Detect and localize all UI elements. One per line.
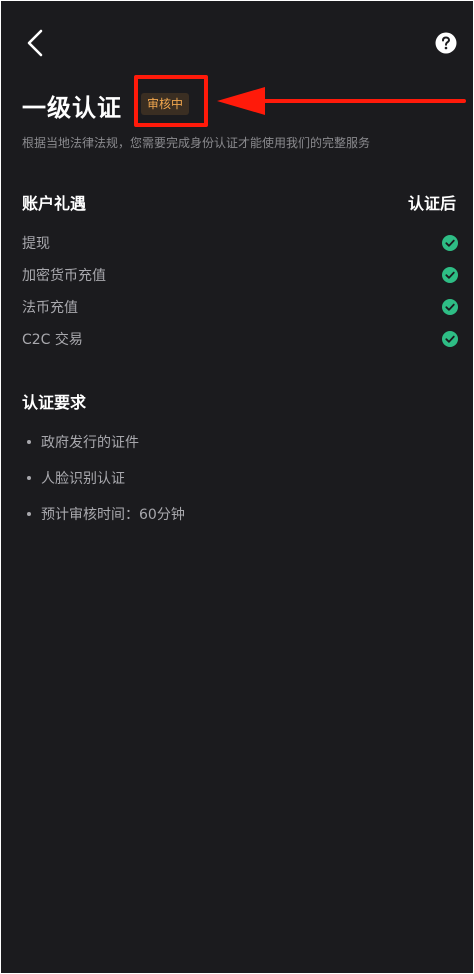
benefit-label: 加密货币充值 [22, 268, 106, 284]
after-verification-label: 认证后 [407, 194, 456, 213]
back-button[interactable] [21, 27, 51, 59]
requirement-item: 人脸识别认证 [27, 468, 125, 488]
check-circle-icon [442, 267, 458, 283]
benefit-row: C2C 交易 [22, 327, 458, 351]
check-circle-icon [442, 235, 458, 251]
benefit-row: 加密货币充值 [22, 263, 458, 287]
requirement-text: 人脸识别认证 [41, 471, 125, 487]
requirements-heading: 认证要求 [22, 393, 87, 412]
question-circle-icon [435, 32, 457, 54]
page-title: 一级认证 [22, 93, 122, 122]
page-subtitle: 根据当地法律法规，您需要完成身份认证才能使用我们的完整服务 [22, 136, 371, 150]
annotation-arrow [217, 87, 466, 115]
requirement-item: 政府发行的证件 [27, 432, 139, 452]
benefit-label: C2C 交易 [22, 332, 83, 348]
chevron-left-icon [27, 29, 43, 57]
verification-screen: 一级认证 审核中 根据当地法律法规，您需要完成身份认证才能使用我们的完整服务 账… [1, 1, 473, 973]
requirement-text: 预计审核时间：60分钟 [41, 507, 185, 523]
bullet-dot [27, 512, 31, 516]
title-row: 一级认证 [22, 87, 122, 123]
benefit-label: 法币充值 [22, 300, 78, 316]
bullet-dot [27, 476, 31, 480]
benefit-row: 提现 [22, 231, 458, 255]
check-circle-icon [442, 331, 458, 347]
benefit-row: 法币充值 [22, 295, 458, 319]
requirement-item: 预计审核时间：60分钟 [27, 504, 185, 524]
benefits-heading: 账户礼遇 [22, 194, 87, 213]
annotation-highlight-box [134, 75, 208, 127]
bullet-dot [27, 440, 31, 444]
requirement-text: 政府发行的证件 [41, 435, 139, 451]
check-circle-icon [442, 299, 458, 315]
help-button[interactable] [435, 32, 457, 54]
benefit-label: 提现 [22, 236, 50, 252]
